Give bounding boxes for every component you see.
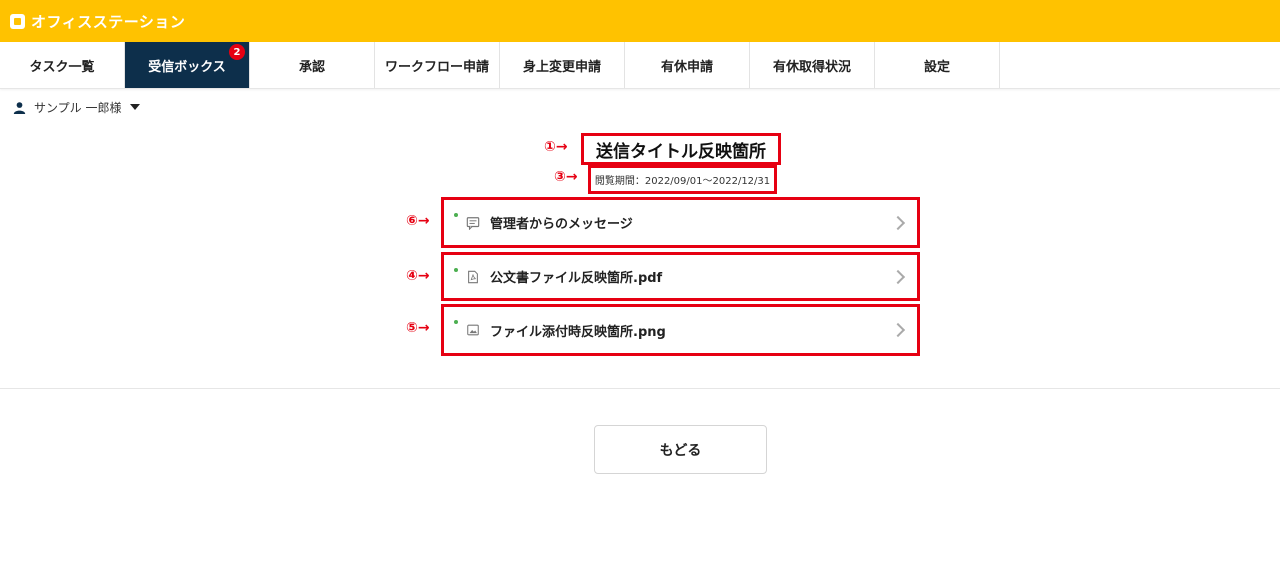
list-item-png[interactable]: ファイル添付時反映箇所.png xyxy=(444,307,917,353)
annotation-marker-6: ⑥→ xyxy=(406,213,430,229)
back-button[interactable]: もどる xyxy=(594,425,767,474)
unread-dot xyxy=(454,268,458,272)
tab-personal-change-request[interactable]: 身上変更申請 xyxy=(500,42,625,88)
tab-task-list[interactable]: タスク一覧 xyxy=(0,42,125,88)
inbox-count-badge: 2 xyxy=(229,44,245,60)
annotation-marker-1: ①→ xyxy=(544,139,568,155)
tab-approval[interactable]: 承認 xyxy=(250,42,375,88)
page-title: 送信タイトル反映箇所 xyxy=(596,141,766,162)
content-divider xyxy=(0,388,1280,389)
viewing-period: 閲覧期間：2022/09/01～2022/12/31 xyxy=(594,176,771,187)
user-name: サンプル 一郎様 xyxy=(34,100,122,115)
title-highlight: 送信タイトル反映箇所 xyxy=(581,133,781,165)
png-item-highlight: ファイル添付時反映箇所.png xyxy=(441,304,920,356)
pdf-item-highlight: 公文書ファイル反映箇所.pdf xyxy=(441,252,920,301)
app-logo-text: オフィスステーション xyxy=(31,12,186,31)
list-item-label: ファイル添付時反映箇所.png xyxy=(490,324,666,340)
message-icon xyxy=(466,216,480,230)
unread-dot xyxy=(454,213,458,217)
caret-down-icon xyxy=(130,104,141,110)
unread-dot xyxy=(454,320,458,324)
pdf-file-icon xyxy=(468,270,478,283)
message-item-highlight: 管理者からのメッセージ xyxy=(441,197,920,248)
image-file-icon xyxy=(467,324,479,336)
main-nav: タスク一覧 受信ボックス 2 承認 ワークフロー申請 身上変更申請 有休申請 有… xyxy=(0,42,1280,89)
list-item-message[interactable]: 管理者からのメッセージ xyxy=(444,200,917,245)
user-menu[interactable]: サンプル 一郎様 xyxy=(0,89,1280,125)
list-item-pdf[interactable]: 公文書ファイル反映箇所.pdf xyxy=(444,255,917,298)
annotation-marker-3: ③→ xyxy=(554,169,578,185)
chevron-right-icon xyxy=(890,269,906,284)
period-highlight: 閲覧期間：2022/09/01～2022/12/31 xyxy=(588,165,777,194)
annotation-marker-5: ⑤→ xyxy=(406,320,430,336)
annotation-marker-4: ④→ xyxy=(406,268,430,284)
tab-inbox[interactable]: 受信ボックス 2 xyxy=(125,42,250,88)
tab-workflow-request[interactable]: ワークフロー申請 xyxy=(375,42,500,88)
app-header: オフィスステーション xyxy=(0,0,1280,42)
logo-icon xyxy=(10,13,25,29)
list-item-label: 公文書ファイル反映箇所.pdf xyxy=(490,271,663,286)
user-icon xyxy=(13,101,26,114)
chevron-right-icon xyxy=(890,215,906,230)
list-item-label: 管理者からのメッセージ xyxy=(490,217,633,232)
tab-paid-leave-request[interactable]: 有休申請 xyxy=(625,42,750,88)
tab-paid-leave-status[interactable]: 有休取得状況 xyxy=(750,42,875,88)
tab-settings[interactable]: 設定 xyxy=(875,42,1000,88)
chevron-right-icon xyxy=(890,322,906,338)
